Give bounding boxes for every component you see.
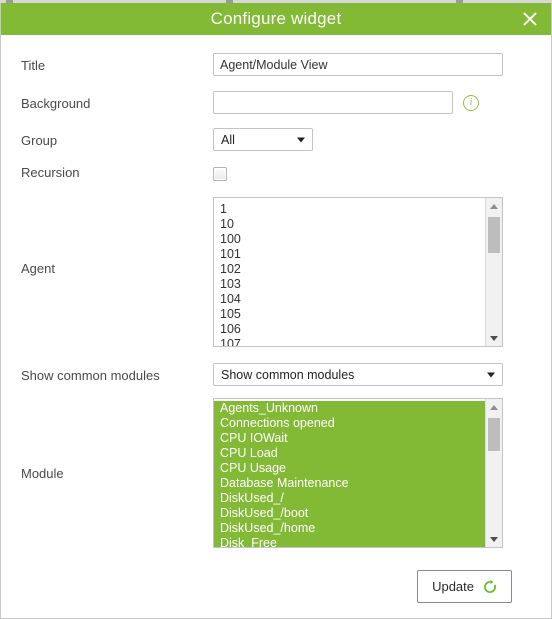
field-row-show-common-modules: Show common modules Show common modules xyxy=(1,363,551,386)
recursion-label: Recursion xyxy=(21,165,80,180)
recursion-checkbox[interactable] xyxy=(213,167,227,181)
agent-list-item[interactable]: 1 xyxy=(214,202,485,217)
field-row-agent: Agent 1 10 100 101 102 103 104 105 106 107 xyxy=(1,197,551,347)
agent-listbox-scrollbar[interactable] xyxy=(485,198,502,346)
configure-widget-dialog: Configure widget Title Background i Gr xyxy=(0,3,552,619)
show-common-modules-select-value: Show common modules xyxy=(221,367,355,382)
refresh-icon xyxy=(483,579,497,594)
group-select[interactable]: All xyxy=(213,128,313,151)
module-list-item[interactable]: DiskUsed_/home xyxy=(214,521,485,536)
update-button[interactable]: Update xyxy=(417,570,512,603)
agent-list-item[interactable]: 107 xyxy=(214,337,485,346)
module-listbox-options: Agents_Unknown Connections opened CPU IOWa… xyxy=(214,399,485,547)
field-row-recursion: Recursion xyxy=(1,165,551,181)
module-list-item[interactable]: Database Maintenance xyxy=(214,476,485,491)
scroll-down-icon[interactable] xyxy=(486,330,502,346)
agent-list-item[interactable]: 10 xyxy=(214,217,485,232)
show-common-modules-select[interactable]: Show common modules xyxy=(213,363,503,386)
background-input[interactable] xyxy=(213,91,453,114)
group-select-value: All xyxy=(221,132,235,147)
agent-listbox-options: 1 10 100 101 102 103 104 105 106 107 xyxy=(214,198,485,346)
agent-list-item[interactable]: 100 xyxy=(214,232,485,247)
chevron-down-icon xyxy=(487,372,495,377)
agent-label: Agent xyxy=(21,261,55,276)
field-row-background: Background i xyxy=(1,91,551,114)
scroll-up-icon[interactable] xyxy=(486,198,502,214)
scrollbar-thumb[interactable] xyxy=(488,418,500,451)
show-common-modules-label: Show common modules xyxy=(21,368,160,383)
dialog-title: Configure widget xyxy=(210,9,342,28)
module-list-item[interactable]: DiskUsed_/ xyxy=(214,491,485,506)
agent-list-item[interactable]: 101 xyxy=(214,247,485,262)
dialog-header: Configure widget xyxy=(1,3,551,35)
background-label: Background xyxy=(21,96,91,111)
info-icon[interactable]: i xyxy=(463,94,479,111)
module-list-item[interactable]: CPU IOWait xyxy=(214,431,485,446)
agent-list-item[interactable]: 104 xyxy=(214,292,485,307)
field-row-title: Title xyxy=(1,53,551,76)
module-list-item[interactable]: Connections opened xyxy=(214,416,485,431)
chevron-down-icon xyxy=(297,137,305,142)
module-list-item[interactable]: Disk_Free xyxy=(214,536,485,547)
module-listbox-scrollbar[interactable] xyxy=(485,399,502,547)
agent-list-item[interactable]: 106 xyxy=(214,322,485,337)
close-icon[interactable] xyxy=(519,8,541,30)
title-input[interactable] xyxy=(213,53,503,76)
module-listbox[interactable]: Agents_Unknown Connections opened CPU IOWa… xyxy=(213,398,503,548)
scroll-down-icon[interactable] xyxy=(486,531,502,547)
scroll-up-icon[interactable] xyxy=(486,399,502,415)
agent-list-item[interactable]: 102 xyxy=(214,262,485,277)
agent-list-item[interactable]: 103 xyxy=(214,277,485,292)
module-list-item[interactable]: CPU Load xyxy=(214,446,485,461)
module-list-item[interactable]: CPU Usage xyxy=(214,461,485,476)
title-label: Title xyxy=(21,58,46,73)
scrollbar-thumb[interactable] xyxy=(488,217,500,253)
module-label: Module xyxy=(21,466,64,481)
field-row-module: Module Agents_Unknown Connections opened C… xyxy=(1,398,551,548)
agent-listbox[interactable]: 1 10 100 101 102 103 104 105 106 107 xyxy=(213,197,503,347)
field-row-group: Group All xyxy=(1,128,551,151)
configure-widget-form: Title Background i Group All xyxy=(1,53,551,603)
update-button-label: Update xyxy=(432,579,474,594)
agent-list-item[interactable]: 105 xyxy=(214,307,485,322)
group-label: Group xyxy=(21,133,58,148)
module-list-item[interactable]: Agents_Unknown xyxy=(214,401,485,416)
dialog-footer: Update xyxy=(1,570,551,603)
module-list-item[interactable]: DiskUsed_/boot xyxy=(214,506,485,521)
